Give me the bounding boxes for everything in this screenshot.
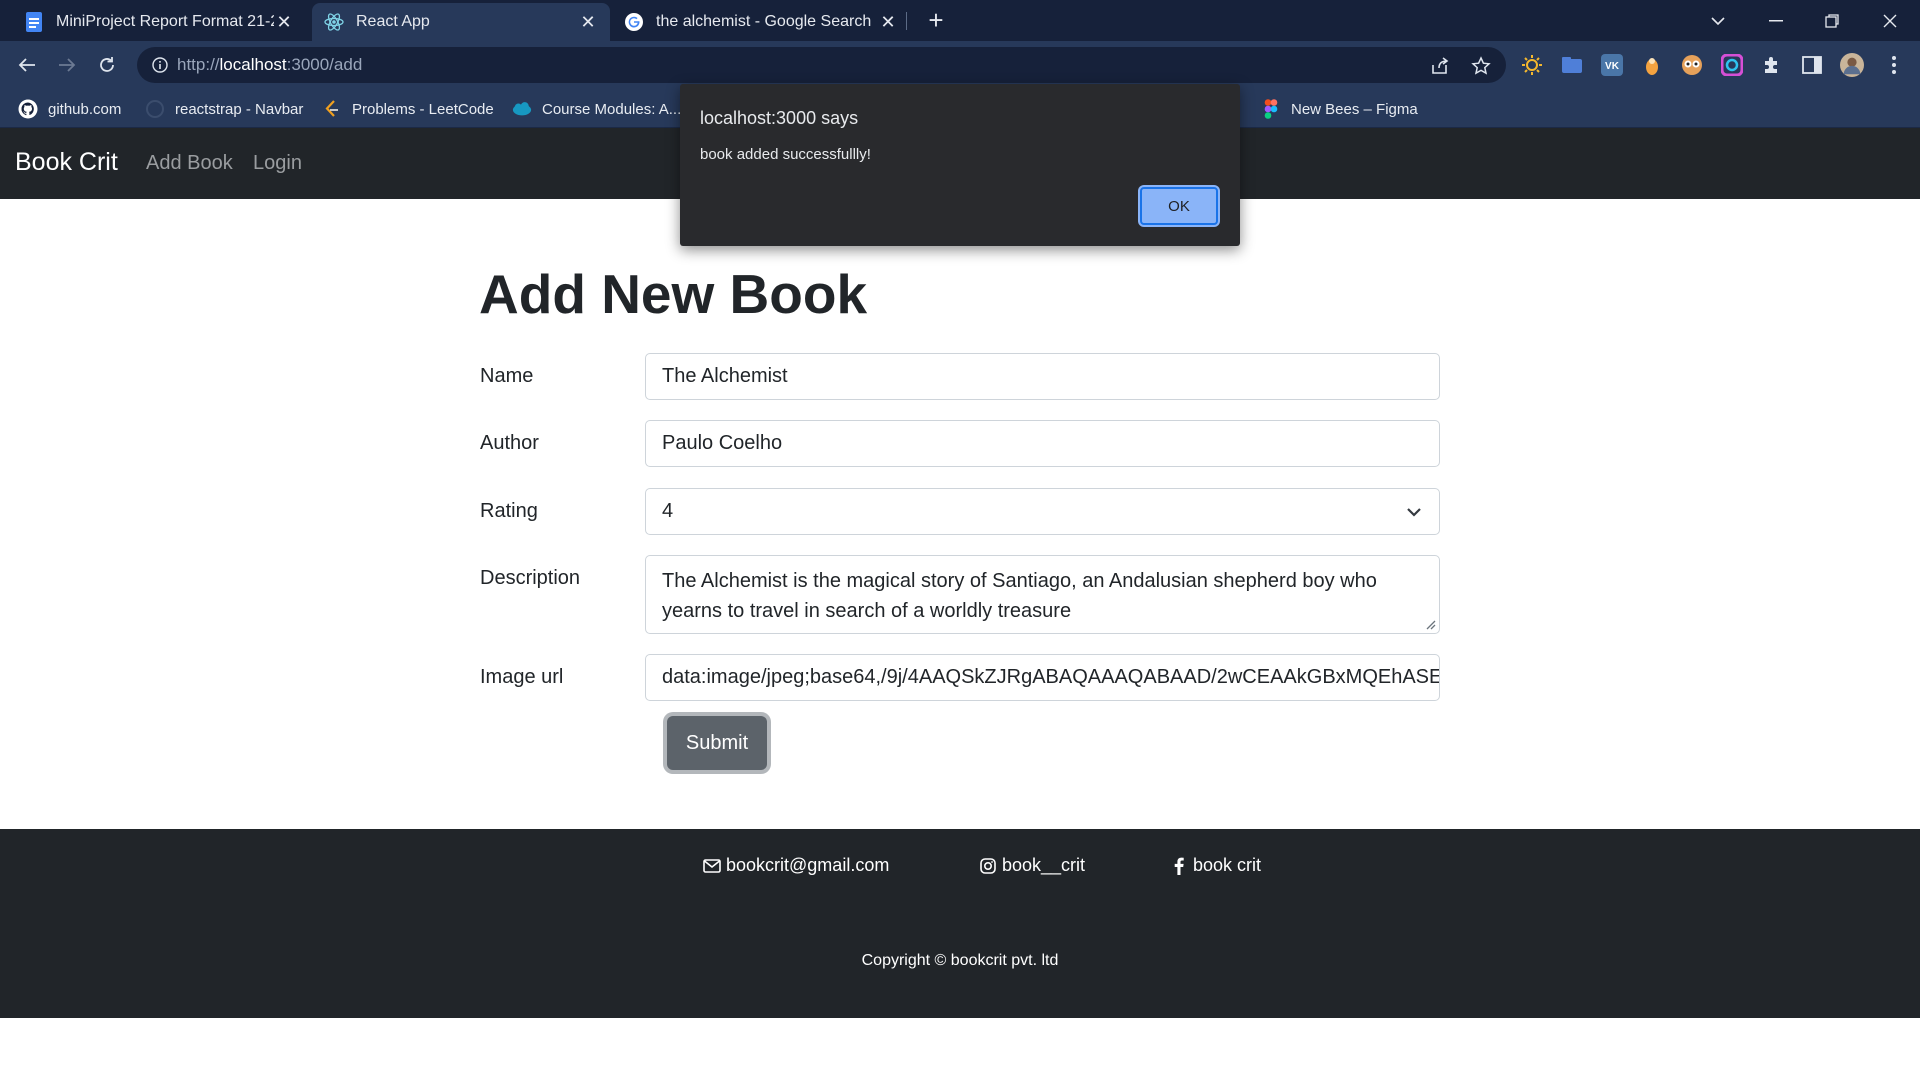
image-url-label: Image url — [480, 666, 564, 688]
google-icon — [624, 12, 644, 32]
bookmark-github[interactable]: github.com — [18, 98, 121, 120]
vk-extension-icon[interactable]: VK — [1600, 53, 1624, 77]
site-info-icon[interactable] — [150, 55, 170, 75]
alert-ok-button[interactable]: OK — [1140, 187, 1218, 225]
sun-extension-icon[interactable] — [1520, 53, 1544, 77]
close-icon[interactable]: ✕ — [578, 12, 598, 33]
bookmark-label: github.com — [48, 100, 122, 118]
alert-message: book added successfullly! — [700, 146, 871, 163]
restore-button[interactable] — [1804, 0, 1860, 41]
bookmark-label: Course Modules: A... — [542, 100, 682, 118]
forward-button[interactable] — [53, 51, 81, 79]
close-icon[interactable]: ✕ — [274, 12, 294, 33]
owl-extension-icon[interactable] — [1680, 53, 1704, 77]
bookmark-reactstrap[interactable]: reactstrap - Navbar — [145, 98, 303, 120]
description-textarea[interactable]: The Alchemist is the magical story of Sa… — [645, 555, 1440, 634]
bookmark-leetcode[interactable]: Problems - LeetCode — [322, 98, 494, 120]
nav-link-add-book[interactable]: Add Book — [146, 152, 233, 175]
bookmark-course-modules[interactable]: Course Modules: A... — [512, 98, 681, 120]
salesforce-icon — [512, 99, 532, 119]
puzzle-extensions-icon[interactable] — [1760, 53, 1784, 77]
profile-avatar[interactable] — [1840, 53, 1864, 77]
tab-miniproject-report[interactable]: MiniProject Report Format 21-22 ✕ — [12, 3, 306, 41]
figma-icon — [1261, 99, 1281, 119]
alert-title: localhost:3000 says — [700, 108, 859, 128]
nav-link-login[interactable]: Login — [253, 152, 302, 175]
bookmark-label: reactstrap - Navbar — [175, 100, 304, 118]
tab-title: MiniProject Report Format 21-22 — [56, 13, 274, 30]
footer-instagram-text: book__crit — [1002, 855, 1086, 875]
image-url-input[interactable]: data:image/jpeg;base64,/9j/4AAQSkZJRgABA… — [645, 654, 1440, 701]
color-ring-extension-icon[interactable] — [1720, 53, 1744, 77]
footer-email-link[interactable]: bookcrit@gmail.com — [703, 855, 889, 876]
bookmark-label: New Bees – Figma — [1291, 100, 1418, 118]
close-window-button[interactable] — [1862, 0, 1918, 41]
submit-button[interactable]: Submit — [667, 716, 767, 770]
chevron-down-icon — [1407, 508, 1421, 517]
bookmark-star-icon[interactable] — [1470, 55, 1492, 77]
github-icon — [18, 99, 38, 119]
url-text: http://localhost:3000/add — [177, 55, 363, 74]
alert-dialog: localhost:3000 says book added successfu… — [680, 84, 1240, 246]
footer-facebook-link[interactable]: book crit — [1170, 855, 1261, 876]
tab-separator — [906, 12, 907, 30]
kebab-menu-icon[interactable] — [1882, 53, 1906, 77]
navbar-brand[interactable]: Book Crit — [15, 148, 118, 177]
description-text: The Alchemist is the magical story of Sa… — [662, 570, 1377, 622]
tab-title: React App — [356, 13, 430, 30]
share-icon[interactable] — [1429, 55, 1451, 77]
react-icon — [324, 12, 344, 32]
reload-button[interactable] — [93, 51, 121, 79]
author-label: Author — [480, 432, 539, 454]
facebook-icon — [1170, 857, 1188, 875]
minimize-button[interactable] — [1748, 0, 1804, 41]
side-panel-icon[interactable] — [1800, 53, 1824, 77]
resize-handle-icon[interactable] — [1424, 618, 1436, 630]
tab-title: the alchemist - Google Search — [656, 13, 872, 30]
page-footer: bookcrit@gmail.com book__crit book crit … — [0, 829, 1920, 1018]
docs-icon — [24, 12, 44, 32]
name-label: Name — [480, 365, 534, 387]
footer-instagram-link[interactable]: book__crit — [979, 855, 1085, 876]
folder-extension-icon[interactable] — [1560, 53, 1584, 77]
name-input[interactable]: The Alchemist — [645, 353, 1440, 400]
tab-google-search[interactable]: the alchemist - Google Search ✕ — [612, 3, 910, 41]
rating-label: Rating — [480, 500, 538, 522]
tab-search-chevron-icon[interactable] — [1690, 0, 1746, 41]
instagram-icon — [979, 857, 997, 875]
footer-email-text: bookcrit@gmail.com — [726, 855, 890, 875]
rating-select[interactable]: 4 — [645, 488, 1440, 535]
leetcode-icon — [322, 99, 342, 119]
new-tab-button[interactable]: + — [922, 5, 950, 35]
svg-text:VK: VK — [1605, 61, 1620, 72]
reactstrap-icon — [145, 99, 165, 119]
bookmark-figma[interactable]: New Bees – Figma — [1261, 98, 1418, 120]
copyright-text: Copyright © bookcrit pvt. ltd — [861, 952, 1059, 969]
envelope-icon — [703, 857, 721, 875]
tab-react-app[interactable]: React App ✕ — [312, 3, 610, 41]
close-icon[interactable]: ✕ — [878, 12, 898, 33]
address-bar[interactable]: http://localhost:3000/add — [137, 47, 1506, 83]
bookmark-label: Problems - LeetCode — [352, 100, 494, 118]
browser-toolbar: http://localhost:3000/add VK — [0, 41, 1920, 90]
description-label: Description — [480, 567, 581, 589]
back-button[interactable] — [13, 51, 41, 79]
footer-facebook-text: book crit — [1193, 855, 1262, 875]
egg-extension-icon[interactable] — [1640, 53, 1664, 77]
browser-tab-strip: MiniProject Report Format 21-22 ✕ React … — [0, 0, 1920, 41]
author-input[interactable]: Paulo Coelho — [645, 420, 1440, 467]
rating-selected-value: 4 — [662, 500, 674, 522]
page-title: Add New Book — [479, 263, 868, 325]
